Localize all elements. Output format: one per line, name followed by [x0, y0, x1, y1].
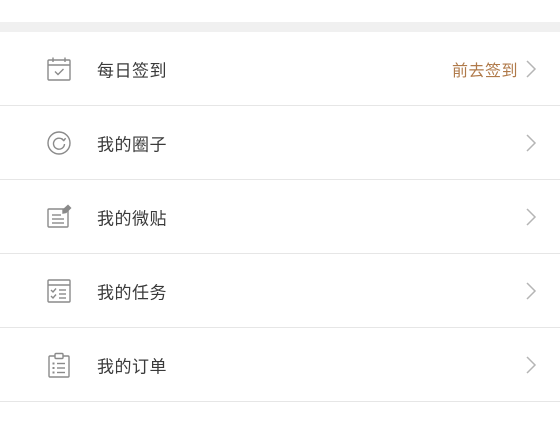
- menu-item-label: 我的微贴: [97, 209, 167, 229]
- top-spacer: [0, 0, 560, 22]
- menu-list: 每日签到 前去签到 我的圈子 我的微贴 我的任务 我的订单: [0, 32, 560, 402]
- chevron-right-icon: [524, 133, 538, 153]
- menu-item-daily-checkin[interactable]: 每日签到 前去签到: [0, 32, 560, 106]
- chevron-right-icon: [524, 355, 538, 375]
- bottom-spacer: [0, 402, 560, 424]
- edit-note-icon: [46, 204, 72, 230]
- chevron-right-icon: [524, 59, 538, 79]
- menu-item-my-posts[interactable]: 我的微贴: [0, 180, 560, 254]
- menu-item-label: 我的圈子: [97, 135, 167, 155]
- section-separator: [0, 22, 560, 32]
- chevron-right-icon: [524, 207, 538, 227]
- menu-item-my-tasks[interactable]: 我的任务: [0, 254, 560, 328]
- task-list-icon: [46, 278, 72, 304]
- menu-item-label: 我的订单: [97, 357, 167, 377]
- menu-item-my-orders[interactable]: 我的订单: [0, 328, 560, 402]
- menu-item-my-circles[interactable]: 我的圈子: [0, 106, 560, 180]
- menu-item-label: 每日签到: [97, 61, 167, 81]
- menu-item-label: 我的任务: [97, 283, 167, 303]
- checkin-action-link[interactable]: 前去签到: [452, 57, 518, 81]
- clipboard-list-icon: [46, 352, 72, 378]
- circle-refresh-icon: [46, 130, 72, 156]
- calendar-check-icon: [46, 56, 72, 82]
- chevron-right-icon: [524, 281, 538, 301]
